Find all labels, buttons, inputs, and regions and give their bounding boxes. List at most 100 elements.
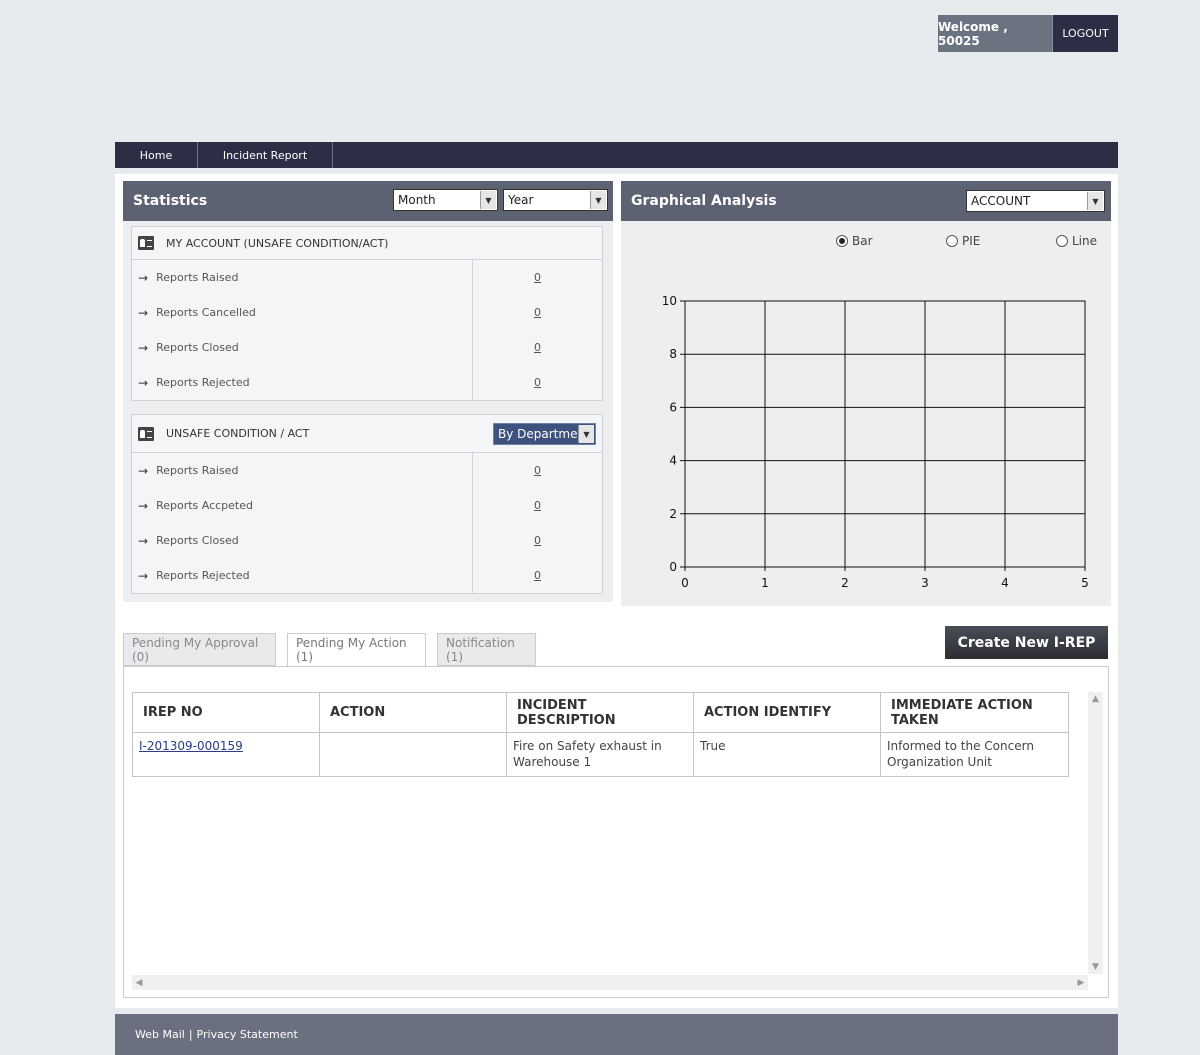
scroll-up-icon[interactable]: ▲: [1088, 692, 1103, 706]
stat-row: → Reports Raised 0: [132, 453, 602, 488]
welcome-text: Welcome , 50025: [938, 15, 1052, 52]
x-tick-label: 0: [681, 576, 689, 590]
my-account-title: MY ACCOUNT (UNSAFE CONDITION/ACT): [166, 236, 389, 250]
arrow-right-icon: →: [138, 375, 149, 390]
irep-table: IREP NO ACTION INCIDENT DESCRIPTION ACTI…: [132, 692, 1069, 777]
scroll-right-icon[interactable]: ▶: [1074, 975, 1088, 990]
stat-row: → Reports Closed 0: [132, 330, 602, 365]
contact-card-icon: [138, 236, 154, 250]
graph-title: Graphical Analysis: [631, 193, 777, 209]
table-header-row: IREP NO ACTION INCIDENT DESCRIPTION ACTI…: [132, 692, 1069, 733]
nav-home[interactable]: Home: [115, 142, 198, 168]
footer-separator: |: [188, 1028, 193, 1041]
plot-area: [684, 300, 1086, 568]
irep-no-cell: I-201309-000159: [132, 732, 320, 777]
radio-dot: [946, 235, 958, 247]
stat-value-link[interactable]: 0: [473, 365, 602, 400]
my-account-header: MY ACCOUNT (UNSAFE CONDITION/ACT): [132, 227, 602, 260]
arrow-right-icon: →: [138, 533, 149, 548]
radio-dot: [1056, 235, 1068, 247]
y-tick-label: 8: [669, 347, 677, 361]
month-select[interactable]: Month ▼: [393, 189, 498, 211]
radio-dot: [836, 235, 848, 247]
arrow-right-icon: →: [138, 498, 149, 513]
statistics-title: Statistics: [133, 193, 208, 209]
column-header: ACTION IDENTIFY: [693, 692, 881, 733]
stat-row: → Reports Rejected 0: [132, 558, 602, 593]
webmail-link[interactable]: Web Mail: [135, 1028, 185, 1041]
stat-value-link[interactable]: 0: [473, 523, 602, 558]
horizontal-scrollbar[interactable]: ◀ ▶: [132, 975, 1088, 990]
y-tick-label: 2: [669, 507, 677, 521]
graphical-analysis-panel: Graphical Analysis ACCOUNT ▼ Bar PIE Lin…: [621, 181, 1111, 606]
department-select[interactable]: By Department ▼: [493, 423, 596, 445]
x-tick-label: 1: [761, 576, 769, 590]
column-header: ACTION: [319, 692, 507, 733]
my-account-box: MY ACCOUNT (UNSAFE CONDITION/ACT) → Repor…: [131, 226, 603, 401]
create-new-irep-button[interactable]: Create New I-REP: [945, 626, 1108, 659]
vertical-scrollbar[interactable]: ▲ ▼: [1088, 692, 1103, 974]
immediate-action-cell: Informed to the Concern Organization Uni…: [880, 732, 1069, 777]
tab-notification[interactable]: Notification (1): [437, 633, 536, 666]
stat-value-link[interactable]: 0: [473, 295, 602, 330]
irep-link[interactable]: I-201309-000159: [139, 739, 243, 753]
chevron-down-icon: ▼: [578, 425, 594, 443]
chevron-down-icon: ▼: [1087, 192, 1103, 210]
nav-incident-report[interactable]: Incident Report: [198, 142, 333, 168]
stat-value-link[interactable]: 0: [473, 260, 602, 295]
privacy-statement-link[interactable]: Privacy Statement: [197, 1028, 298, 1041]
y-tick-label: 10: [662, 294, 677, 308]
radio-line[interactable]: Line: [1056, 234, 1097, 248]
arrow-right-icon: →: [138, 270, 149, 285]
unsafe-condition-header: UNSAFE CONDITION / ACT By Department ▼: [132, 415, 602, 453]
stat-value-link[interactable]: 0: [473, 330, 602, 365]
unsafe-condition-box: UNSAFE CONDITION / ACT By Department ▼ →…: [131, 414, 603, 594]
arrow-right-icon: →: [138, 340, 149, 355]
action-cell: [319, 732, 507, 777]
scroll-down-icon[interactable]: ▼: [1088, 960, 1103, 974]
radio-bar[interactable]: Bar: [836, 234, 873, 248]
description-cell: Fire on Safety exhaust in Warehouse 1: [506, 732, 694, 777]
stat-value-link[interactable]: 0: [473, 488, 602, 523]
x-tick-label: 3: [921, 576, 929, 590]
stat-row: → Reports Raised 0: [132, 260, 602, 295]
stat-row: → Reports Accpeted 0: [132, 488, 602, 523]
radio-pie[interactable]: PIE: [946, 234, 980, 248]
content-area: Statistics Month ▼ Year ▼ MY ACCOUNT (UN…: [115, 174, 1118, 1008]
statistics-panel: Statistics Month ▼ Year ▼ MY ACCOUNT (UN…: [123, 181, 613, 602]
arrow-right-icon: →: [138, 463, 149, 478]
logout-button[interactable]: LOGOUT: [1052, 15, 1118, 52]
contact-card-icon: [138, 426, 154, 441]
stat-value-link[interactable]: 0: [473, 558, 602, 593]
chevron-down-icon: ▼: [590, 191, 606, 209]
x-tick-label: 5: [1081, 576, 1089, 590]
arrow-right-icon: →: [138, 305, 149, 320]
year-select[interactable]: Year ▼: [503, 189, 608, 211]
x-tick-label: 4: [1001, 576, 1009, 590]
column-header: IMMEDIATE ACTION TAKEN: [880, 692, 1069, 733]
chevron-down-icon: ▼: [480, 191, 496, 209]
user-box: Welcome , 50025 LOGOUT: [938, 15, 1118, 52]
unsafe-condition-title: UNSAFE CONDITION / ACT: [166, 427, 310, 440]
scroll-left-icon[interactable]: ◀: [132, 975, 146, 990]
stat-row: → Reports Closed 0: [132, 523, 602, 558]
identify-cell: True: [693, 732, 881, 777]
graph-header: Graphical Analysis ACCOUNT ▼: [621, 181, 1111, 221]
tab-content: IREP NO ACTION INCIDENT DESCRIPTION ACTI…: [123, 666, 1109, 998]
tab-pending-action[interactable]: Pending My Action (1): [287, 633, 426, 667]
main-nav: Home Incident Report: [115, 142, 1118, 168]
table-row: I-201309-000159 Fire on Safety exhaust i…: [132, 732, 1069, 777]
stat-value-link[interactable]: 0: [473, 453, 602, 488]
column-header: IREP NO: [132, 692, 320, 733]
stat-row: → Reports Cancelled 0: [132, 295, 602, 330]
chart-type-radios: Bar PIE Line: [621, 234, 1111, 254]
arrow-right-icon: →: [138, 568, 149, 583]
y-tick-label: 4: [669, 454, 677, 468]
y-tick-label: 0: [669, 560, 677, 574]
bar-chart: 0 1 2 3 4 5 0 2 4 6 8 10: [662, 294, 1089, 590]
tab-pending-approval[interactable]: Pending My Approval (0): [123, 633, 276, 666]
statistics-header: Statistics Month ▼ Year ▼: [123, 181, 613, 221]
x-tick-label: 2: [841, 576, 849, 590]
footer: Web Mail | Privacy Statement: [115, 1014, 1118, 1055]
account-select[interactable]: ACCOUNT ▼: [966, 190, 1105, 212]
